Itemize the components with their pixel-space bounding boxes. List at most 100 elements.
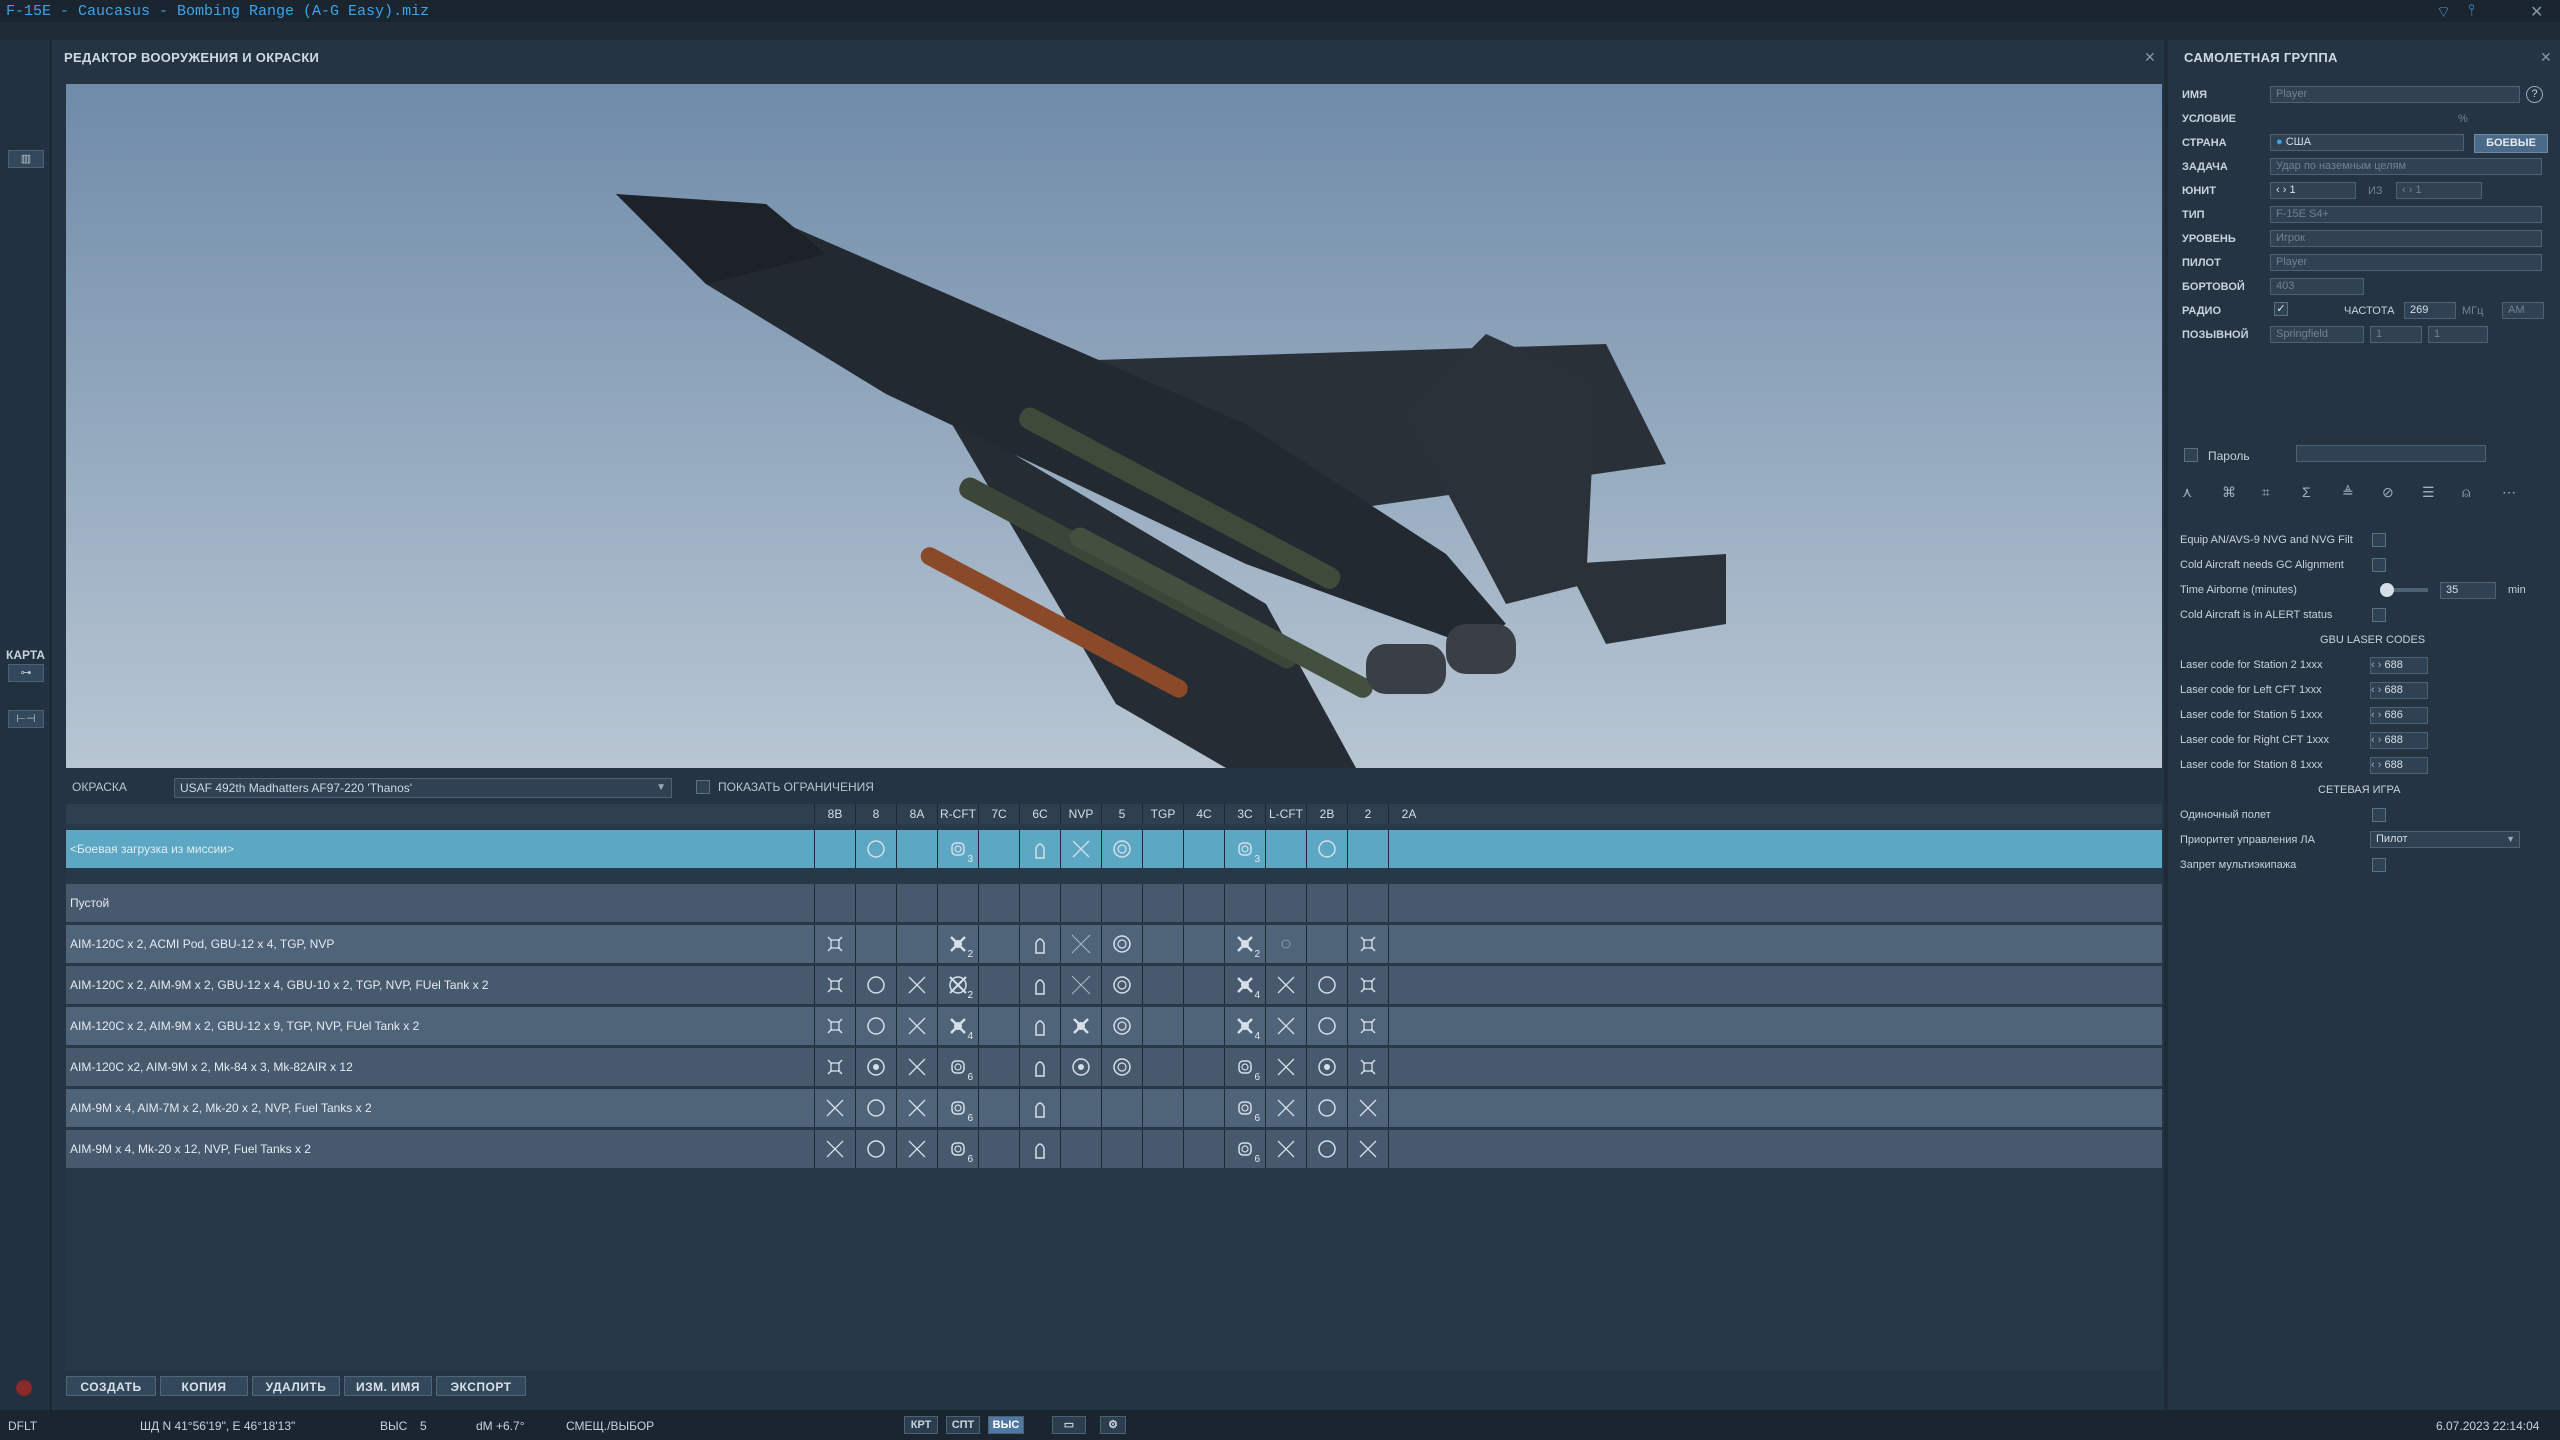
station-cell[interactable]: [1060, 1007, 1100, 1045]
station-cell[interactable]: [1347, 1007, 1387, 1045]
station-cell[interactable]: [1142, 830, 1182, 868]
station-cell[interactable]: [978, 966, 1018, 1004]
laser-code-input[interactable]: ‹ › 688: [2370, 732, 2428, 749]
editor-close-icon[interactable]: ✕: [2144, 49, 2156, 66]
station-cell[interactable]: [1347, 966, 1387, 1004]
more-icon[interactable]: ⋯: [2502, 484, 2516, 501]
station-cell[interactable]: [1019, 925, 1059, 963]
station-cell[interactable]: [1388, 925, 1428, 963]
laser-code-input[interactable]: ‹ › 688: [2370, 657, 2428, 674]
station-cell[interactable]: [855, 884, 895, 922]
station-cell[interactable]: [1019, 830, 1059, 868]
modulation-select[interactable]: AM: [2502, 302, 2544, 319]
sum-icon[interactable]: Σ: [2302, 484, 2311, 500]
station-cell[interactable]: [896, 830, 936, 868]
level-select[interactable]: Игрок: [2270, 230, 2542, 247]
station-cell[interactable]: 6: [1224, 1089, 1264, 1127]
station-cell[interactable]: [1060, 1089, 1100, 1127]
station-cell[interactable]: [1019, 1089, 1059, 1127]
station-cell[interactable]: [1388, 1130, 1428, 1168]
station-cell[interactable]: [1183, 884, 1223, 922]
station-cell[interactable]: [1142, 1048, 1182, 1086]
station-cell[interactable]: [1306, 966, 1346, 1004]
nvg-checkbox[interactable]: [2372, 533, 2386, 547]
station-cell[interactable]: [1060, 1048, 1100, 1086]
wifi-icon[interactable]: ⌔: [2436, 2, 2451, 22]
station-cell[interactable]: [1306, 884, 1346, 922]
task-select[interactable]: Удар по наземным целям: [2270, 158, 2542, 175]
station-cell[interactable]: [1019, 1130, 1059, 1168]
loadout-row[interactable]: AIM-9M x 4, Mk-20 x 12, NVP, Fuel Tanks …: [66, 1130, 2162, 1168]
loadout-row[interactable]: <Боевая загрузка из миссии> 3 3: [66, 830, 2162, 868]
station-cell[interactable]: 4: [1224, 966, 1264, 1004]
station-cell[interactable]: 3: [937, 830, 977, 868]
freq-input[interactable]: 269: [2404, 302, 2456, 319]
laser-code-input[interactable]: ‹ › 688: [2370, 682, 2428, 699]
station-cell[interactable]: 6: [1224, 1130, 1264, 1168]
profile-select[interactable]: DFLT: [8, 1419, 37, 1433]
station-cell[interactable]: [1019, 1048, 1059, 1086]
station-cell[interactable]: [1265, 1089, 1305, 1127]
single-flight-checkbox[interactable]: [2372, 808, 2386, 822]
station-cell[interactable]: [1347, 830, 1387, 868]
alert-checkbox[interactable]: [2372, 608, 2386, 622]
station-cell[interactable]: [1388, 1089, 1428, 1127]
unit-total-stepper[interactable]: ‹ › 1: [2396, 182, 2482, 199]
callsign-select[interactable]: Springfield: [2270, 326, 2364, 343]
station-cell[interactable]: 6: [937, 1130, 977, 1168]
spt-button[interactable]: СПТ: [946, 1416, 980, 1434]
aircraft-preview[interactable]: [66, 84, 2162, 768]
station-cell[interactable]: [1060, 1130, 1100, 1168]
loadout-row[interactable]: AIM-120C x 2, AIM-9M x 2, GBU-12 x 9, TG…: [66, 1007, 2162, 1045]
station-cell[interactable]: [937, 884, 977, 922]
station-cell[interactable]: [1183, 1089, 1223, 1127]
station-cell[interactable]: [1306, 1007, 1346, 1045]
station-cell[interactable]: [896, 966, 936, 1004]
station-cell[interactable]: 4: [1224, 1007, 1264, 1045]
gc-checkbox[interactable]: [2372, 558, 2386, 572]
board-number-input[interactable]: 403: [2270, 278, 2364, 295]
loadout-row[interactable]: AIM-120C x2, AIM-9M x 2, Mk-84 x 3, Mk-8…: [66, 1048, 2162, 1086]
station-cell[interactable]: [1265, 1130, 1305, 1168]
station-cell[interactable]: [1306, 925, 1346, 963]
country-select[interactable]: ● США: [2270, 134, 2464, 151]
create-button[interactable]: СОЗДАТЬ: [66, 1376, 156, 1396]
settings-button[interactable]: ⚙: [1100, 1416, 1126, 1434]
export-button[interactable]: ЭКСПОРТ: [436, 1376, 526, 1396]
station-cell[interactable]: [855, 1089, 895, 1127]
station-cell[interactable]: 4: [937, 1007, 977, 1045]
station-cell[interactable]: [1101, 884, 1141, 922]
station-cell[interactable]: [1101, 830, 1141, 868]
station-cell[interactable]: [814, 1007, 854, 1045]
record-icon[interactable]: [16, 1380, 32, 1396]
station-cell[interactable]: [1388, 884, 1428, 922]
station-cell[interactable]: 3: [1224, 830, 1264, 868]
delete-button[interactable]: УДАЛИТЬ: [252, 1376, 340, 1396]
no-multicrew-checkbox[interactable]: [2372, 858, 2386, 872]
station-cell[interactable]: [1347, 1048, 1387, 1086]
station-cell[interactable]: [1142, 1089, 1182, 1127]
priority-select[interactable]: Пилот ▼: [2370, 831, 2520, 848]
station-cell[interactable]: [896, 1048, 936, 1086]
station-cell[interactable]: [1101, 1130, 1141, 1168]
station-cell[interactable]: 6: [937, 1089, 977, 1127]
station-cell[interactable]: [1265, 830, 1305, 868]
password-checkbox[interactable]: [2184, 448, 2198, 462]
station-cell[interactable]: [855, 966, 895, 1004]
map-mode-button[interactable]: ▭: [1052, 1416, 1086, 1434]
station-cell[interactable]: [978, 1089, 1018, 1127]
copy-button[interactable]: КОПИЯ: [160, 1376, 248, 1396]
station-cell[interactable]: [1306, 1089, 1346, 1127]
krt-button[interactable]: КРТ: [904, 1416, 938, 1434]
station-cell[interactable]: [1265, 884, 1305, 922]
callsign-number-2[interactable]: 1: [2428, 326, 2488, 343]
station-cell[interactable]: [1388, 1048, 1428, 1086]
ruler-button[interactable]: ⊢⊣: [8, 710, 44, 728]
station-cell[interactable]: [1265, 925, 1305, 963]
loadout-row[interactable]: Пустой: [66, 884, 2162, 922]
rename-button[interactable]: ИЗМ. ИМЯ: [344, 1376, 432, 1396]
station-cell[interactable]: [1224, 884, 1264, 922]
callsign-number-1[interactable]: 1: [2370, 326, 2422, 343]
station-cell[interactable]: [1060, 925, 1100, 963]
station-cell[interactable]: [1101, 966, 1141, 1004]
